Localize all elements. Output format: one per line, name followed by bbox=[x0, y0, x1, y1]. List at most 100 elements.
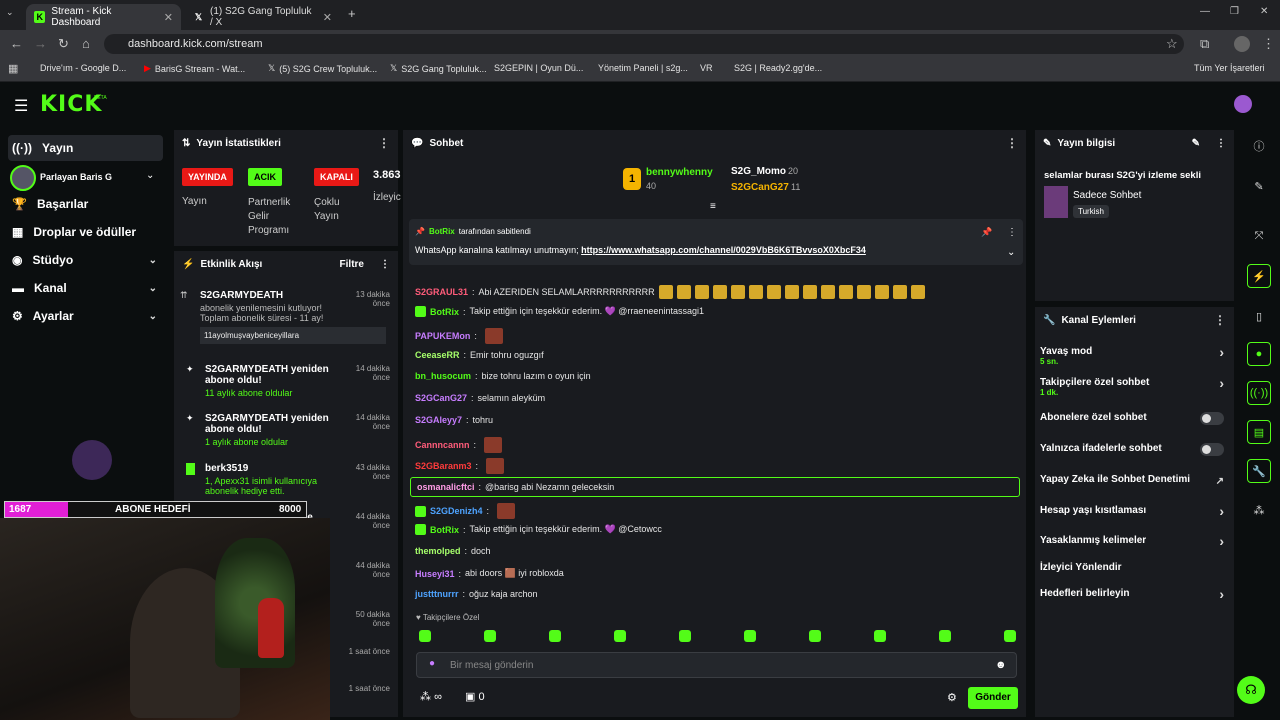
tab-list-icon[interactable]: ⌄ bbox=[6, 7, 14, 18]
emote-icon[interactable] bbox=[744, 630, 756, 642]
document-icon[interactable]: ▯ bbox=[1247, 304, 1271, 328]
chat-input[interactable]: ● Bir mesaj gönderin ☻ bbox=[416, 652, 1017, 678]
filter-button[interactable]: Filtre bbox=[340, 259, 364, 270]
channel-name[interactable]: Parlayan Baris G bbox=[40, 172, 112, 182]
unpin-icon[interactable]: 📌 bbox=[981, 227, 992, 238]
chat-username[interactable]: S2GAleyy7 bbox=[415, 415, 462, 425]
emote-icon[interactable] bbox=[419, 630, 431, 642]
emoji-icon[interactable]: ☻ bbox=[995, 659, 1007, 671]
bookmark-item[interactable]: S2G | Ready2.gg'de... bbox=[734, 63, 822, 73]
bookmark-item[interactable]: Yönetim Paneli | s2g... bbox=[598, 63, 688, 73]
emote-icon[interactable] bbox=[614, 630, 626, 642]
chat-username[interactable]: CeeaseRR bbox=[415, 350, 460, 360]
edit-icon[interactable]: ✎ bbox=[1192, 138, 1200, 149]
bookmark-item[interactable]: ▶ BarisG Stream - Wat... bbox=[144, 63, 245, 74]
sidebar-item-kanal[interactable]: ▬ Kanal ⌄ bbox=[8, 275, 163, 301]
sidebar-item-yayin[interactable]: ((·)) Yayın bbox=[8, 135, 163, 161]
wrench-icon[interactable]: 🔧 bbox=[1247, 459, 1271, 483]
emote-icon[interactable] bbox=[549, 630, 561, 642]
sidebar-item-ayarlar[interactable]: ⚙ Ayarlar ⌄ bbox=[8, 303, 163, 329]
chat-username[interactable]: bn_husocum bbox=[415, 371, 471, 381]
new-tab-icon[interactable]: + bbox=[348, 6, 356, 21]
toggle-switch[interactable] bbox=[1200, 412, 1224, 425]
broadcast-icon[interactable]: ((·)) bbox=[1247, 381, 1271, 405]
chat-username[interactable]: BotRix bbox=[430, 525, 459, 535]
bookmark-star-icon[interactable]: ☆ bbox=[1166, 36, 1178, 52]
chat-settings-gear-icon[interactable]: ⚙ bbox=[947, 691, 957, 704]
channel-action-item[interactable]: Yavaş mod 5 sn. › bbox=[1040, 344, 1230, 366]
forward-icon[interactable]: → bbox=[34, 36, 47, 51]
chat-bubble-icon[interactable]: ● bbox=[1247, 342, 1271, 366]
pencil-icon[interactable]: ✎ bbox=[1247, 174, 1271, 198]
channel-action-item[interactable]: Hedefleri belirleyin › bbox=[1040, 586, 1230, 602]
info-icon[interactable]: ⓘ bbox=[1247, 134, 1271, 158]
chevron-down-icon[interactable]: ⌄ bbox=[1007, 247, 1015, 258]
more-icon[interactable]: ⋮ bbox=[1214, 313, 1226, 327]
emote-icon[interactable] bbox=[809, 630, 821, 642]
channel-avatar[interactable] bbox=[10, 165, 36, 191]
top-gifter-name[interactable]: S2GCanG27 bbox=[731, 182, 789, 193]
chat-username[interactable]: S2GDenizh4 bbox=[430, 506, 483, 516]
hamburger-menu-icon[interactable]: ☰ bbox=[14, 96, 28, 116]
chat-username[interactable]: PAPUKEMon bbox=[415, 331, 470, 341]
emote-icon[interactable] bbox=[679, 630, 691, 642]
bookmark-item[interactable]: VR bbox=[700, 63, 713, 73]
more-icon[interactable]: ⋮ bbox=[378, 136, 390, 150]
all-bookmarks[interactable]: Tüm Yer İşaretleri bbox=[1194, 63, 1265, 73]
top-gifter-name[interactable]: S2G_Momo bbox=[731, 166, 786, 177]
chat-username[interactable]: Huseyi31 bbox=[415, 569, 455, 579]
emote-icon[interactable] bbox=[484, 630, 496, 642]
bookmark-item[interactable]: 𝕏 (5) S2G Crew Topluluk... bbox=[268, 63, 377, 74]
close-window-icon[interactable]: ✕ bbox=[1260, 6, 1268, 17]
lightning-icon[interactable]: ⚡ bbox=[1247, 264, 1271, 288]
chat-username[interactable]: osmanalicftci bbox=[417, 482, 475, 492]
send-button[interactable]: Gönder bbox=[968, 687, 1018, 709]
profile-avatar[interactable] bbox=[1234, 36, 1250, 52]
bookmark-item[interactable]: S2GEPIN | Oyun Dü... bbox=[494, 63, 583, 73]
category-name[interactable]: Sadece Sohbet bbox=[1073, 190, 1141, 201]
chat-username[interactable]: S2GRAUL31 bbox=[415, 287, 468, 297]
tab-kick-dashboard[interactable]: K Stream - Kick Dashboard ✕ bbox=[26, 4, 181, 30]
layout-icon[interactable]: ▤ bbox=[1247, 420, 1271, 444]
chat-username[interactable]: BotRix bbox=[430, 307, 459, 317]
close-icon[interactable]: ✕ bbox=[164, 11, 173, 24]
extensions-icon[interactable]: ⧉ bbox=[1200, 36, 1209, 52]
channel-action-item[interactable]: Yapay Zeka ile Sohbet Denetimi ↗ bbox=[1040, 474, 1230, 487]
sidebar-item-studyo[interactable]: ◉ Stüdyo ⌄ bbox=[8, 247, 163, 273]
chat-username[interactable]: justttnurrr bbox=[415, 589, 459, 599]
chevron-down-icon[interactable]: ⌄ bbox=[146, 170, 154, 181]
channel-action-item[interactable]: Yasaklanmış kelimeler › bbox=[1040, 533, 1230, 549]
emote-icon[interactable] bbox=[874, 630, 886, 642]
channel-action-item[interactable]: Takipçilere özel sohbet 1 dk. › bbox=[1040, 375, 1230, 397]
toggle-switch[interactable] bbox=[1200, 443, 1224, 456]
close-icon[interactable]: ✕ bbox=[323, 11, 332, 24]
emote-icon[interactable] bbox=[1004, 630, 1016, 642]
more-icon[interactable]: ⋮ bbox=[1216, 138, 1226, 149]
user-avatar[interactable] bbox=[1234, 95, 1252, 113]
chat-username[interactable]: S2GCanG27 bbox=[415, 393, 467, 403]
channel-action-item[interactable]: Yalnızca ifadelerle sohbet bbox=[1040, 443, 1230, 456]
users-icon[interactable]: ⁂ bbox=[1247, 498, 1271, 522]
apps-grid-icon[interactable]: ▦ bbox=[8, 62, 18, 75]
chat-username[interactable]: Cannncannn bbox=[415, 440, 470, 450]
collapse-icon[interactable]: ≡ bbox=[710, 201, 716, 212]
bookmark-item[interactable]: Drive'ım - Google D... bbox=[40, 63, 126, 73]
more-icon[interactable]: ⋮ bbox=[1006, 136, 1018, 150]
restore-icon[interactable]: ❐ bbox=[1230, 6, 1239, 17]
expand-icon[interactable]: ⤧ bbox=[1247, 224, 1271, 248]
back-icon[interactable]: ← bbox=[10, 36, 23, 51]
url-field[interactable]: dashboard.kick.com/stream bbox=[104, 34, 1184, 54]
tab-x[interactable]: 𝕏 (1) S2G Gang Topluluk / X ✕ bbox=[185, 4, 340, 30]
channel-action-item[interactable]: Abonelere özel sohbet bbox=[1040, 412, 1230, 425]
top-gifter-name[interactable]: bennywhenny bbox=[646, 167, 713, 178]
more-icon[interactable]: ⋮ bbox=[1007, 227, 1017, 238]
chat-username[interactable]: S2GBaranm3 bbox=[415, 461, 472, 471]
channel-action-item[interactable]: Hesap yaşı kısıtlaması › bbox=[1040, 503, 1230, 519]
minimize-icon[interactable]: — bbox=[1200, 6, 1210, 17]
chat-username[interactable]: themolped bbox=[415, 546, 461, 556]
sidebar-item-basarilar[interactable]: 🏆 Başarılar bbox=[8, 191, 163, 217]
more-icon[interactable]: ⋮ bbox=[380, 259, 390, 270]
pinned-link[interactable]: https://www.whatsapp.com/channel/0029VbB… bbox=[581, 245, 866, 255]
sidebar-item-droplar[interactable]: ▦ Droplar ve ödüller bbox=[8, 219, 163, 245]
channel-action-item[interactable]: İzleyici Yönlendir bbox=[1040, 562, 1230, 573]
